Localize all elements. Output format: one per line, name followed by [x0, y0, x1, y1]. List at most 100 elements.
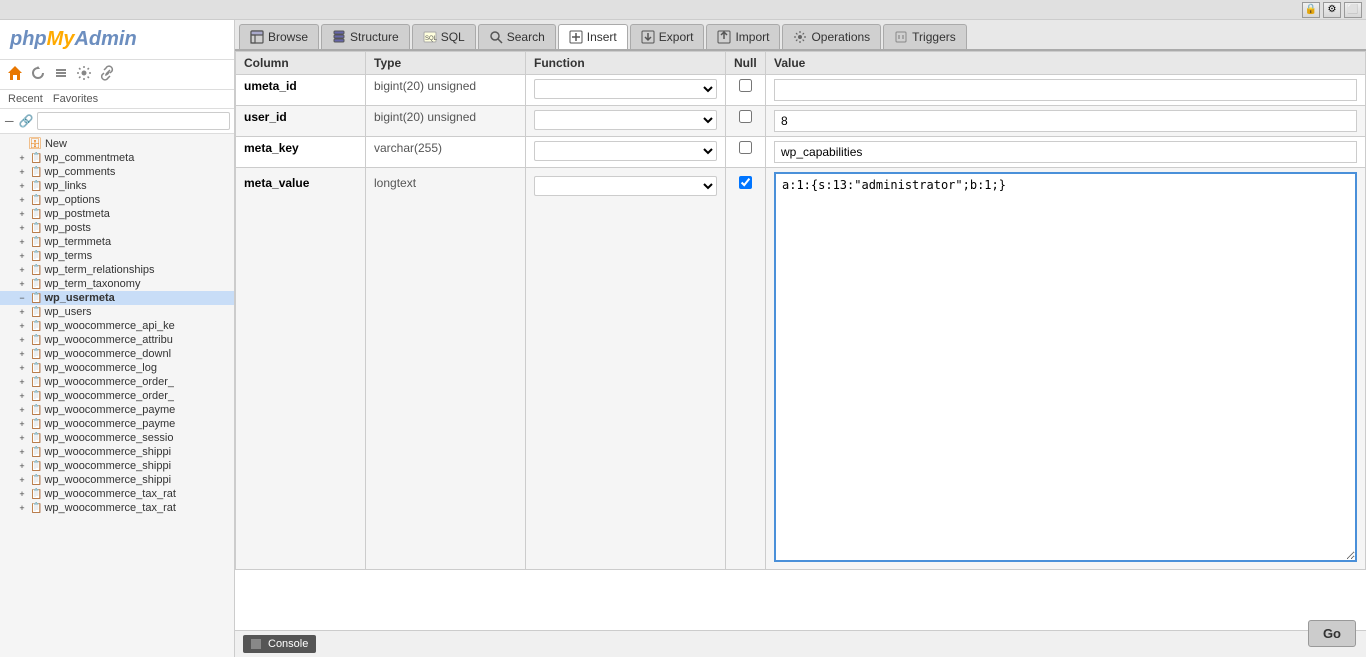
cell-null-user-id[interactable]	[726, 106, 766, 137]
expand-wp-woo-pay2[interactable]: +	[16, 418, 28, 430]
sidebar-item-wp-commentmeta[interactable]: + 📋 wp_commentmeta	[0, 151, 234, 165]
expand-wp-woo-ship2[interactable]: +	[16, 460, 28, 472]
link-icon[interactable]	[98, 64, 116, 85]
label-wp-woo-tax1[interactable]: wp_woocommerce_tax_rat	[44, 488, 175, 500]
label-wp-postmeta[interactable]: wp_postmeta	[44, 208, 109, 220]
value-input-user-id[interactable]	[774, 110, 1357, 132]
tab-export[interactable]: Export	[630, 24, 705, 49]
sidebar-item-wp-options[interactable]: + 📋 wp_options	[0, 193, 234, 207]
label-wp-term-relationships[interactable]: wp_term_relationships	[44, 264, 154, 276]
sidebar-item-new[interactable]: 🗄 New	[0, 136, 234, 151]
sidebar-item-wp-comments[interactable]: + 📋 wp_comments	[0, 165, 234, 179]
expand-wp-term-rel[interactable]: +	[16, 264, 28, 276]
null-checkbox-user-id[interactable]	[739, 110, 752, 123]
label-wp-woo-attr[interactable]: wp_woocommerce_attribu	[44, 334, 172, 346]
function-select-user-id[interactable]	[534, 110, 717, 130]
label-wp-woo-order1[interactable]: wp_woocommerce_order_	[44, 376, 174, 388]
function-select-meta-value[interactable]	[534, 176, 717, 196]
cell-value-user-id[interactable]	[766, 106, 1366, 137]
cell-function-user-id[interactable]	[526, 106, 726, 137]
label-wp-terms[interactable]: wp_terms	[44, 250, 92, 262]
expand-wp-links[interactable]: +	[16, 180, 28, 192]
expand-wp-postmeta[interactable]: +	[16, 208, 28, 220]
null-checkbox-meta-key[interactable]	[739, 141, 752, 154]
tab-search[interactable]: Search	[478, 24, 556, 49]
expand-wp-woo-dl[interactable]: +	[16, 348, 28, 360]
label-wp-woo-tax2[interactable]: wp_woocommerce_tax_rat	[44, 502, 175, 514]
go-button[interactable]: Go	[1308, 620, 1356, 647]
expand-wp-usermeta[interactable]: −	[16, 292, 28, 304]
null-checkbox-umeta-id[interactable]	[739, 79, 752, 92]
label-wp-links[interactable]: wp_links	[44, 180, 86, 192]
expand-wp-posts[interactable]: +	[16, 222, 28, 234]
sidebar-item-wp-woo-pay2[interactable]: + 📋 wp_woocommerce_payme	[0, 417, 234, 431]
sidebar-item-wp-users[interactable]: + 📋 wp_users	[0, 305, 234, 319]
expand-wp-commentmeta[interactable]: +	[16, 152, 28, 164]
expand-wp-woo-order1[interactable]: +	[16, 376, 28, 388]
expand-wp-term-tax[interactable]: +	[16, 278, 28, 290]
null-checkbox-meta-value[interactable]	[739, 176, 752, 189]
sidebar-item-wp-term-taxonomy[interactable]: + 📋 wp_term_taxonomy	[0, 277, 234, 291]
label-wp-term-taxonomy[interactable]: wp_term_taxonomy	[44, 278, 140, 290]
cell-value-meta-key[interactable]	[766, 137, 1366, 168]
expand-wp-woo-log[interactable]: +	[16, 362, 28, 374]
sidebar-label-new[interactable]: New	[45, 138, 67, 150]
sidebar-item-wp-woo-sess[interactable]: + 📋 wp_woocommerce_sessio	[0, 431, 234, 445]
expand-wp-terms[interactable]: +	[16, 250, 28, 262]
cell-null-meta-value[interactable]	[726, 168, 766, 570]
settings-icon[interactable]: ⚙	[1323, 2, 1341, 18]
settings-sidebar-icon[interactable]	[75, 64, 93, 85]
sidebar-item-wp-terms[interactable]: + 📋 wp_terms	[0, 249, 234, 263]
function-select-meta-key[interactable]	[534, 141, 717, 161]
expand-wp-comments[interactable]: +	[16, 166, 28, 178]
label-wp-woo-ship1[interactable]: wp_woocommerce_shippi	[44, 446, 171, 458]
label-wp-woo-dl[interactable]: wp_woocommerce_downl	[44, 348, 171, 360]
sidebar-item-wp-posts[interactable]: + 📋 wp_posts	[0, 221, 234, 235]
tab-insert[interactable]: Insert	[558, 24, 628, 51]
label-wp-termmeta[interactable]: wp_termmeta	[44, 236, 111, 248]
label-wp-woo-order2[interactable]: wp_woocommerce_order_	[44, 390, 174, 402]
label-wp-users[interactable]: wp_users	[44, 306, 91, 318]
label-wp-options[interactable]: wp_options	[44, 194, 100, 206]
sidebar-item-wp-postmeta[interactable]: + 📋 wp_postmeta	[0, 207, 234, 221]
sidebar-item-wp-woo-ship2[interactable]: + 📋 wp_woocommerce_shippi	[0, 459, 234, 473]
recent-link[interactable]: Recent	[8, 93, 43, 105]
label-wp-woo-sess[interactable]: wp_woocommerce_sessio	[44, 432, 173, 444]
expand-wp-woo-pay1[interactable]: +	[16, 404, 28, 416]
value-input-umeta-id[interactable]	[774, 79, 1357, 101]
sidebar-item-wp-woo-order1[interactable]: + 📋 wp_woocommerce_order_	[0, 375, 234, 389]
cell-value-umeta-id[interactable]	[766, 75, 1366, 106]
tab-sql[interactable]: SQL SQL	[412, 24, 476, 49]
sidebar-item-wp-woo-api[interactable]: + 📋 wp_woocommerce_api_ke	[0, 319, 234, 333]
label-wp-woo-api[interactable]: wp_woocommerce_api_ke	[44, 320, 174, 332]
label-wp-woo-ship2[interactable]: wp_woocommerce_shippi	[44, 460, 171, 472]
sidebar-item-wp-woo-dl[interactable]: + 📋 wp_woocommerce_downl	[0, 347, 234, 361]
label-wp-posts[interactable]: wp_posts	[44, 222, 90, 234]
sidebar-item-wp-woo-ship3[interactable]: + 📋 wp_woocommerce_shippi	[0, 473, 234, 487]
label-wp-woo-ship3[interactable]: wp_woocommerce_shippi	[44, 474, 171, 486]
console-button[interactable]: Console	[243, 635, 316, 653]
sidebar-item-wp-woo-log[interactable]: + 📋 wp_woocommerce_log	[0, 361, 234, 375]
sidebar-item-wp-usermeta[interactable]: − 📋 wp_usermeta	[0, 291, 234, 305]
expand-wp-users[interactable]: +	[16, 306, 28, 318]
sidebar-item-wp-woo-order2[interactable]: + 📋 wp_woocommerce_order_	[0, 389, 234, 403]
expand-wp-woo-ship3[interactable]: +	[16, 474, 28, 486]
link-copy-icon[interactable]: 🔗	[18, 113, 35, 129]
expand-wp-woo-tax1[interactable]: +	[16, 488, 28, 500]
cell-value-meta-value[interactable]: a:1:{s:13:"administrator";b:1;}	[766, 168, 1366, 570]
info-icon[interactable]	[52, 64, 70, 85]
function-select-umeta-id[interactable]	[534, 79, 717, 99]
label-wp-commentmeta[interactable]: wp_commentmeta	[44, 152, 134, 164]
sidebar-item-wp-term-relationships[interactable]: + 📋 wp_term_relationships	[0, 263, 234, 277]
expand-wp-woo-sess[interactable]: +	[16, 432, 28, 444]
label-wp-comments[interactable]: wp_comments	[44, 166, 115, 178]
cell-null-meta-key[interactable]	[726, 137, 766, 168]
cell-function-meta-key[interactable]	[526, 137, 726, 168]
value-textarea-meta-value[interactable]: a:1:{s:13:"administrator";b:1;}	[774, 172, 1357, 562]
label-wp-woo-log[interactable]: wp_woocommerce_log	[44, 362, 157, 374]
cell-null-umeta-id[interactable]	[726, 75, 766, 106]
sidebar-item-wp-woo-tax2[interactable]: + 📋 wp_woocommerce_tax_rat	[0, 501, 234, 515]
expand-wp-woo-api[interactable]: +	[16, 320, 28, 332]
sidebar-item-wp-woo-ship1[interactable]: + 📋 wp_woocommerce_shippi	[0, 445, 234, 459]
sidebar-item-wp-links[interactable]: + 📋 wp_links	[0, 179, 234, 193]
